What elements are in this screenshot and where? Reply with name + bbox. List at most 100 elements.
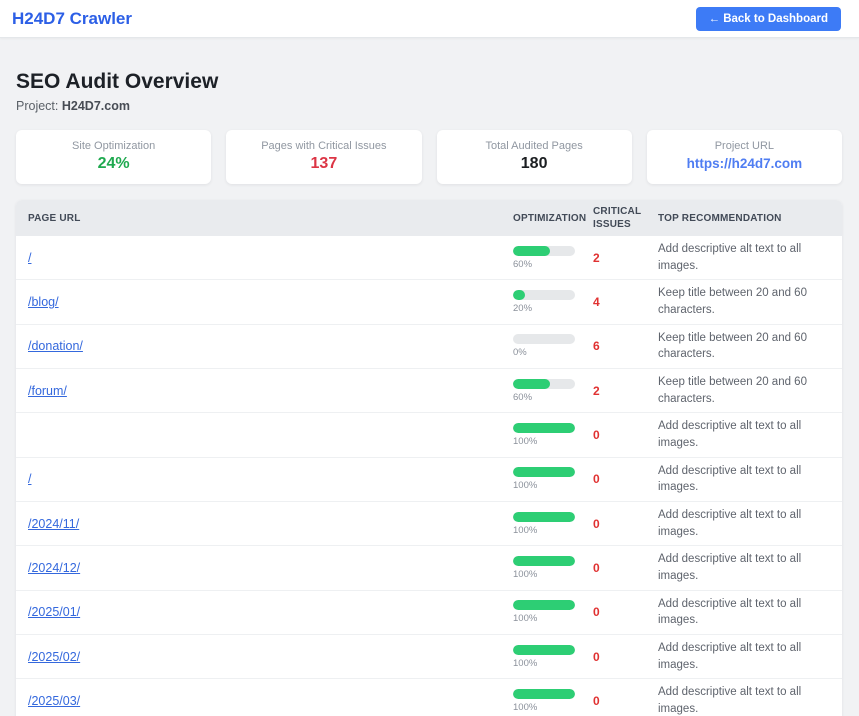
table-row: /2025/01/ 100% 0 Add descriptive alt tex…	[16, 590, 842, 634]
recommendation-text: Add descriptive alt text to all images.	[658, 596, 842, 629]
recommendation-text: Add descriptive alt text to all images.	[658, 684, 842, 716]
recommendation-text: Add descriptive alt text to all images.	[658, 463, 842, 496]
critical-issues-count: 0	[593, 561, 600, 575]
stat-value-total-pages: 180	[445, 155, 624, 173]
optimization-percent-label: 100%	[513, 436, 593, 447]
page-url-link[interactable]: /2025/01/	[28, 605, 80, 619]
optimization-percent-label: 100%	[513, 480, 593, 491]
stat-card-critical-issues: Pages with Critical Issues 137	[226, 130, 421, 184]
recommendation-text: Add descriptive alt text to all images.	[658, 418, 842, 451]
optimization-percent-label: 100%	[513, 702, 593, 713]
page-title: SEO Audit Overview	[16, 70, 842, 94]
optimization-progress-fill	[513, 379, 550, 389]
table-row: / 60% 2 Add descriptive alt text to all …	[16, 236, 842, 280]
table-header-row: PAGE URL OPTIMIZATION CRITICAL ISSUES TO…	[16, 200, 842, 236]
optimization-percent-label: 60%	[513, 259, 593, 270]
recommendation-text: Keep title between 20 and 60 characters.	[658, 374, 842, 407]
critical-issues-count: 0	[593, 472, 600, 486]
top-bar: H24D7 Crawler ← Back to Dashboard	[0, 0, 859, 38]
app-title[interactable]: H24D7 Crawler	[12, 9, 132, 29]
table-row: /2024/12/ 100% 0 Add descriptive alt tex…	[16, 546, 842, 590]
optimization-progress-fill	[513, 600, 575, 610]
main-content: SEO Audit Overview Project: H24D7.com Si…	[0, 38, 859, 716]
project-url-link[interactable]: https://h24d7.com	[687, 156, 803, 171]
project-subtitle: Project: H24D7.com	[16, 99, 842, 113]
recommendation-text: Keep title between 20 and 60 characters.	[658, 330, 842, 363]
stat-card-site-optimization: Site Optimization 24%	[16, 130, 211, 184]
recommendation-text: Keep title between 20 and 60 characters.	[658, 285, 842, 318]
column-header-optimization: OPTIMIZATION	[513, 200, 593, 236]
optimization-progress-bar	[513, 467, 575, 477]
table-row: 100% 0 Add descriptive alt text to all i…	[16, 413, 842, 457]
column-header-page-url: PAGE URL	[16, 200, 513, 236]
page-url-link[interactable]: /2024/11/	[28, 517, 79, 531]
recommendation-text: Add descriptive alt text to all images.	[658, 241, 842, 274]
optimization-progress-fill	[513, 512, 575, 522]
page-url-link[interactable]: /donation/	[28, 339, 83, 353]
critical-issues-count: 0	[593, 605, 600, 619]
table-row: /2025/03/ 100% 0 Add descriptive alt tex…	[16, 679, 842, 716]
stat-value-site-optimization: 24%	[24, 155, 203, 173]
page-url-link[interactable]: /forum/	[28, 384, 67, 398]
stat-label: Project URL	[655, 140, 834, 152]
table-row: /blog/ 20% 4 Keep title between 20 and 6…	[16, 280, 842, 324]
page-url-link[interactable]: /	[28, 472, 31, 486]
stat-card-project-url: Project URL https://h24d7.com	[647, 130, 842, 184]
optimization-progress-fill	[513, 467, 575, 477]
recommendation-text: Add descriptive alt text to all images.	[658, 507, 842, 540]
critical-issues-count: 0	[593, 694, 600, 708]
critical-issues-count: 2	[593, 384, 600, 398]
stat-label: Pages with Critical Issues	[234, 140, 413, 152]
critical-issues-count: 0	[593, 428, 600, 442]
table-row: /forum/ 60% 2 Keep title between 20 and …	[16, 369, 842, 413]
optimization-percent-label: 20%	[513, 303, 593, 314]
table-row: /2025/02/ 100% 0 Add descriptive alt tex…	[16, 635, 842, 679]
project-label: Project:	[16, 99, 58, 113]
column-header-top-recommendation: TOP RECOMMENDATION	[658, 200, 842, 236]
page-url-link[interactable]: /2025/03/	[28, 694, 80, 708]
optimization-progress-bar	[513, 423, 575, 433]
critical-issues-count: 4	[593, 295, 600, 309]
stat-label: Total Audited Pages	[445, 140, 624, 152]
table-row: / 100% 0 Add descriptive alt text to all…	[16, 457, 842, 501]
optimization-progress-bar	[513, 334, 575, 344]
optimization-progress-fill	[513, 645, 575, 655]
optimization-progress-fill	[513, 246, 550, 256]
optimization-percent-label: 60%	[513, 392, 593, 403]
optimization-progress-fill	[513, 423, 575, 433]
optimization-percent-label: 100%	[513, 613, 593, 624]
stat-value-critical-issues: 137	[234, 155, 413, 173]
page-url-link[interactable]: /blog/	[28, 295, 59, 309]
page-url-link[interactable]: /2024/12/	[28, 561, 80, 575]
column-header-critical-issues: CRITICAL ISSUES	[593, 200, 658, 236]
stat-cards: Site Optimization 24% Pages with Critica…	[16, 130, 842, 184]
critical-issues-count: 0	[593, 650, 600, 664]
optimization-progress-bar	[513, 290, 575, 300]
optimization-progress-fill	[513, 290, 525, 300]
optimization-progress-fill	[513, 689, 575, 699]
optimization-percent-label: 100%	[513, 569, 593, 580]
optimization-progress-bar	[513, 556, 575, 566]
recommendation-text: Add descriptive alt text to all images.	[658, 640, 842, 673]
optimization-percent-label: 0%	[513, 347, 593, 358]
optimization-percent-label: 100%	[513, 658, 593, 669]
critical-issues-count: 2	[593, 251, 600, 265]
optimization-progress-bar	[513, 600, 575, 610]
critical-issues-count: 6	[593, 339, 600, 353]
table-row: /2024/11/ 100% 0 Add descriptive alt tex…	[16, 502, 842, 546]
optimization-progress-bar	[513, 645, 575, 655]
project-name: H24D7.com	[62, 99, 130, 113]
recommendation-text: Add descriptive alt text to all images.	[658, 551, 842, 584]
back-to-dashboard-button[interactable]: ← Back to Dashboard	[696, 7, 842, 31]
optimization-progress-bar	[513, 379, 575, 389]
page-url-link[interactable]: /2025/02/	[28, 650, 80, 664]
page-url-link[interactable]: /	[28, 251, 31, 265]
table-row: /donation/ 0% 6 Keep title between 20 an…	[16, 324, 842, 368]
optimization-progress-bar	[513, 512, 575, 522]
stat-label: Site Optimization	[24, 140, 203, 152]
stat-card-total-pages: Total Audited Pages 180	[437, 130, 632, 184]
optimization-progress-bar	[513, 246, 575, 256]
optimization-progress-fill	[513, 556, 575, 566]
critical-issues-count: 0	[593, 517, 600, 531]
optimization-progress-bar	[513, 689, 575, 699]
